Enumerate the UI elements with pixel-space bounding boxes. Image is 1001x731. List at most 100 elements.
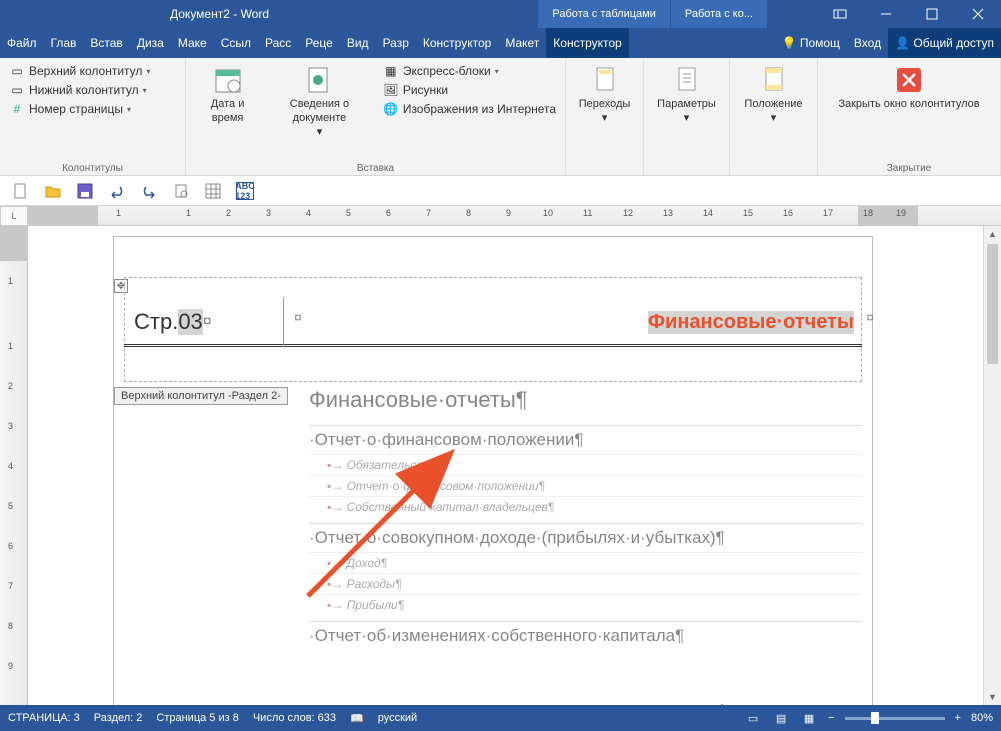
picture-icon: 🖼 — [383, 82, 399, 98]
proofing-icon[interactable]: 📖 — [350, 712, 364, 725]
footer-icon: ▭ — [9, 82, 25, 98]
undo-button[interactable] — [108, 182, 126, 200]
pictures-button[interactable]: 🖼Рисунки — [380, 81, 559, 99]
tab-mailings[interactable]: Расс — [258, 28, 298, 58]
context-tab-header-tools[interactable]: Работа с ко... — [670, 0, 767, 28]
header-cell-title[interactable]: Финансовые·отчеты — [582, 297, 862, 347]
docinfo-icon — [303, 64, 335, 96]
redo-button[interactable] — [140, 182, 158, 200]
list-item: Собственный·капитал·владельцев¶ — [309, 496, 862, 517]
minimize-button[interactable] — [863, 0, 909, 28]
print-layout-button[interactable]: ▤ — [772, 710, 790, 726]
cell-mark: ¤ — [294, 309, 302, 325]
document-title: Документ2 - Word — [0, 7, 269, 21]
group-label: Закрытие — [818, 163, 1000, 174]
pagenum-icon: # — [9, 101, 25, 117]
zoom-out-button[interactable]: − — [828, 712, 834, 724]
globe-icon: 🌐 — [383, 101, 399, 117]
vertical-ruler[interactable]: 1 1 2 3 4 5 6 7 8 9 — [0, 226, 28, 705]
list-item: Расходы¶ — [309, 573, 862, 594]
print-preview-button[interactable] — [172, 182, 190, 200]
footer-button[interactable]: ▭Нижний колонтитул▾ — [6, 81, 179, 99]
tab-layout[interactable]: Маке — [171, 28, 214, 58]
header-icon: ▭ — [9, 63, 25, 79]
header-button[interactable]: ▭Верхний колонтитул▾ — [6, 62, 179, 80]
new-doc-button[interactable] — [12, 182, 30, 200]
ribbon-tabs: Файл Глав Встав Диза Маке Ссыл Расс Реце… — [0, 28, 1001, 58]
tab-file[interactable]: Файл — [0, 28, 44, 58]
open-button[interactable] — [44, 182, 62, 200]
zoom-level[interactable]: 80% — [971, 712, 993, 724]
page-number-field[interactable]: 03 — [178, 309, 202, 335]
document-body: Финансовые·отчеты¶ ·Отчет·о·финансовом·п… — [309, 387, 862, 650]
navigation-button[interactable]: Переходы▾ — [572, 60, 637, 126]
horizontal-ruler[interactable]: 1 1 2 3 4 5 6 7 8 9 10 11 12 13 14 15 16… — [28, 206, 1001, 226]
save-button[interactable] — [76, 182, 94, 200]
page-number-button[interactable]: #Номер страницы▾ — [6, 100, 179, 118]
tab-review[interactable]: Реце — [298, 28, 340, 58]
quick-access-toolbar: ABC123 — [0, 176, 1001, 206]
table-button[interactable] — [204, 182, 222, 200]
scroll-down-button[interactable]: ▼ — [984, 689, 1001, 705]
person-icon: 👤 — [895, 36, 910, 50]
online-pictures-button[interactable]: 🌐Изображения из Интернета — [380, 100, 559, 118]
read-mode-button[interactable]: ▭ — [744, 710, 762, 726]
tab-home[interactable]: Глав — [44, 28, 84, 58]
options-button[interactable]: Параметры▾ — [650, 60, 723, 126]
list-item: Прибыли¶ — [309, 594, 862, 615]
zoom-in-button[interactable]: + — [955, 712, 961, 724]
tab-developer[interactable]: Разр — [376, 28, 416, 58]
header-cell-page[interactable]: Стр.03¤ — [124, 297, 284, 347]
page: ✥ Стр.03¤ ¤ Финансовые·отчеты ¤ Верхний … — [113, 236, 873, 705]
tab-table-design[interactable]: Конструктор — [416, 28, 498, 58]
tab-references[interactable]: Ссыл — [214, 28, 258, 58]
heading-2: ·Отчет·об·изменениях·собственного·капита… — [309, 621, 862, 646]
share-button[interactable]: 👤 Общий доступ — [888, 28, 1001, 58]
quick-parts-button[interactable]: ▦Экспресс-блоки▾ — [380, 62, 559, 80]
tab-design[interactable]: Диза — [130, 28, 171, 58]
page-label-prefix: Стр. — [134, 309, 178, 335]
close-button[interactable] — [955, 0, 1001, 28]
position-icon — [758, 64, 790, 96]
workspace: 1 1 2 3 4 5 6 7 8 9 ✥ Стр.03¤ ¤ Финансов… — [0, 226, 1001, 705]
vertical-scrollbar[interactable]: ▲ ▼ — [983, 226, 1001, 705]
status-language[interactable]: русский — [378, 712, 417, 724]
bulb-icon: 💡 — [782, 36, 797, 50]
calendar-icon — [212, 64, 244, 96]
list-item: Доход¶ — [309, 552, 862, 573]
web-layout-button[interactable]: ▦ — [800, 710, 818, 726]
header-title-text[interactable]: Финансовые·отчеты — [648, 311, 854, 334]
heading-2: ·Отчет·о·финансовом·положении¶ — [309, 425, 862, 450]
heading-1: Финансовые·отчеты¶ — [309, 387, 862, 413]
zoom-slider[interactable] — [845, 717, 945, 720]
tab-view[interactable]: Вид — [340, 28, 376, 58]
status-page[interactable]: СТРАНИЦА: 3 — [8, 712, 80, 724]
ribbon-options-icon[interactable] — [817, 0, 863, 28]
status-word-count[interactable]: Число слов: 633 — [253, 712, 336, 724]
group-label: Вставка — [186, 163, 565, 174]
tell-me[interactable]: 💡 Помощ — [775, 28, 847, 58]
sign-in[interactable]: Вход — [847, 28, 888, 58]
maximize-button[interactable] — [909, 0, 955, 28]
tab-header-design[interactable]: Конструктор — [546, 28, 628, 58]
context-tab-table-tools[interactable]: Работа с таблицами — [537, 0, 669, 28]
document-canvas[interactable]: ✥ Стр.03¤ ¤ Финансовые·отчеты ¤ Верхний … — [28, 226, 983, 705]
close-x-icon — [893, 64, 925, 96]
scroll-up-button[interactable]: ▲ — [984, 226, 1001, 242]
date-time-button[interactable]: Дата и время — [192, 60, 263, 139]
list-item: Отчет·о·финансовом·положении¶ — [309, 475, 862, 496]
header-table[interactable]: Стр.03¤ ¤ Финансовые·отчеты ¤ — [124, 297, 862, 347]
close-header-footer-button[interactable]: Закрыть окно колонтитулов — [824, 60, 994, 112]
tab-insert[interactable]: Встав — [83, 28, 129, 58]
spelling-button[interactable]: ABC123 — [236, 182, 254, 200]
document-info-button[interactable]: Сведения о документе▾ — [263, 60, 376, 139]
status-page-of[interactable]: Страница 5 из 8 — [156, 712, 238, 724]
title-bar: Документ2 - Word Работа с таблицами Рабо… — [0, 0, 1001, 28]
tab-table-layout[interactable]: Макет — [498, 28, 546, 58]
scroll-thumb[interactable] — [987, 244, 998, 364]
options-icon — [671, 64, 703, 96]
ruler-corner[interactable]: L — [0, 206, 28, 226]
status-section[interactable]: Раздел: 2 — [94, 712, 143, 724]
nav-icon — [589, 64, 621, 96]
position-button[interactable]: Положение▾ — [736, 60, 811, 126]
